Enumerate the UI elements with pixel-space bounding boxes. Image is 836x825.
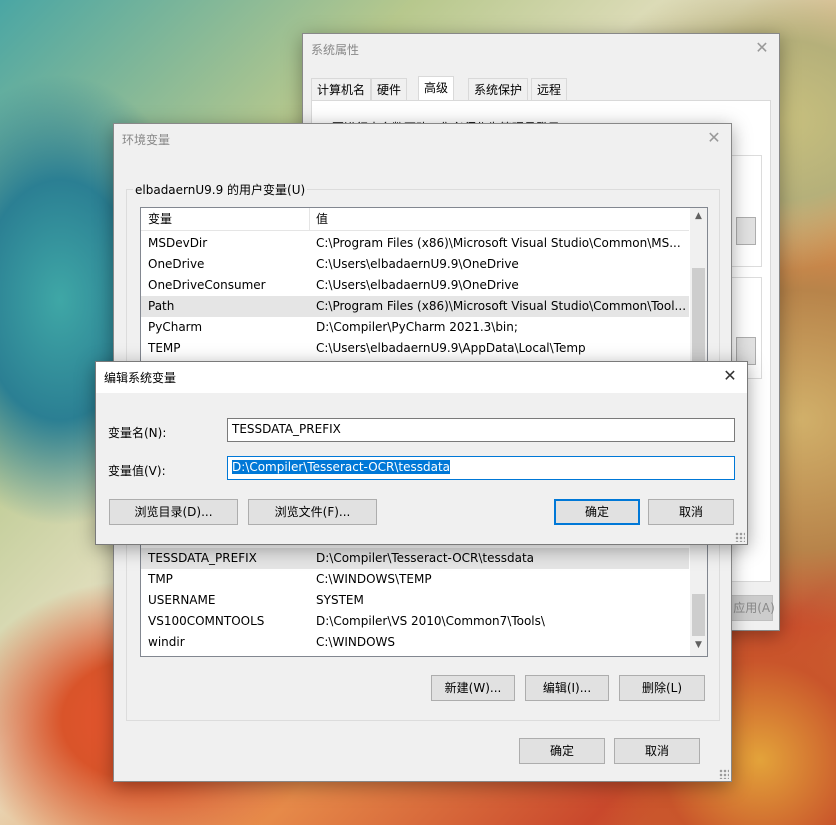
var-name: windir: [148, 635, 185, 649]
var-name: PyCharm: [148, 320, 203, 334]
var-value: SYSTEM: [316, 593, 364, 607]
edit-button[interactable]: 编辑(I)...: [525, 675, 609, 701]
env-titlebar: 环境变量 ✕: [114, 124, 731, 154]
user-variables-label: elbadaernU9.9 的用户变量(U): [133, 181, 308, 198]
system-variables-list[interactable]: TESSDATA_PREFIX D:\Compiler\Tesseract-OCR…: [140, 536, 708, 657]
env-ok-button[interactable]: 确定: [519, 738, 605, 764]
system-properties-titlebar: 系统属性 ✕: [303, 34, 779, 64]
system-list-scrollbar[interactable]: ▼: [690, 536, 707, 656]
tab-advanced[interactable]: 高级: [418, 76, 455, 102]
env-cancel-label: 取消: [644, 744, 669, 758]
new-button[interactable]: 新建(W)...: [431, 675, 515, 701]
browse-directory-button[interactable]: 浏览目录(D)...: [109, 499, 238, 525]
edit-ok-button[interactable]: 确定: [554, 499, 640, 525]
resize-grip[interactable]: [719, 769, 729, 779]
edit-ok-label: 确定: [584, 505, 609, 519]
var-name: MSDevDir: [148, 236, 208, 250]
var-name: TEMP: [148, 341, 181, 355]
edit-system-variable-dialog: 编辑系统变量 ✕ 变量名(N): TESSDATA_PREFIX 变量值(V):…: [95, 361, 748, 545]
list-item[interactable]: PyCharm D:\Compiler\PyCharm 2021.3\bin;: [141, 317, 689, 338]
var-value: D:\Compiler\PyCharm 2021.3\bin;: [316, 320, 518, 334]
list-item[interactable]: USERNAME SYSTEM: [141, 590, 689, 611]
list-item[interactable]: TESSDATA_PREFIX D:\Compiler\Tesseract-OCR…: [141, 548, 689, 569]
tab-computer-name[interactable]: 计算机名: [311, 78, 372, 101]
var-value: D:\Compiler\Tesseract-OCR\tessdata: [316, 551, 535, 565]
var-value: C:\WINDOWS: [316, 635, 396, 649]
var-value: C:\Users\elbadaernU9.9\OneDrive: [316, 278, 519, 292]
var-value: C:\Users\elbadaernU9.9\AppData\Local\Tem…: [316, 341, 586, 355]
tab-hardware[interactable]: 硬件: [371, 78, 408, 101]
list-item[interactable]: OneDrive C:\Users\elbadaernU9.9\OneDrive: [141, 254, 689, 275]
edit-titlebar: 编辑系统变量 ✕: [96, 362, 747, 393]
variable-value-input[interactable]: D:\Compiler\Tesseract-OCR\tessdata: [227, 456, 735, 480]
tab-remote[interactable]: 远程: [531, 78, 568, 101]
variable-name-label: 变量名(N):: [108, 426, 167, 440]
user-variables-list[interactable]: 变量 值 MSDevDir C:\Program Files (x86)\Micr…: [140, 207, 708, 369]
var-value: C:\Program Files (x86)\Microsoft Visual …: [316, 236, 681, 250]
variable-name-value: TESSDATA_PREFIX: [232, 422, 341, 436]
scroll-thumb[interactable]: [692, 268, 705, 368]
user-list-scrollbar[interactable]: ▲: [690, 208, 707, 368]
edit-title: 编辑系统变量: [104, 371, 177, 385]
close-icon[interactable]: ✕: [753, 39, 771, 57]
list-item[interactable]: TEMP C:\Users\elbadaernU9.9\AppData\Local…: [141, 338, 689, 359]
user-list-header: 变量 值: [141, 208, 689, 231]
scroll-thumb[interactable]: [692, 594, 705, 636]
env-cancel-button[interactable]: 取消: [614, 738, 700, 764]
browse-directory-label: 浏览目录(D)...: [134, 505, 213, 519]
var-name: OneDriveConsumer: [148, 278, 266, 292]
column-header-value[interactable]: 值: [316, 208, 328, 230]
close-icon[interactable]: ✕: [721, 367, 739, 385]
edit-cancel-label: 取消: [678, 505, 703, 519]
list-item[interactable]: OneDriveConsumer C:\Users\elbadaernU9.9\O…: [141, 275, 689, 296]
env-title: 环境变量: [122, 133, 171, 147]
list-item[interactable]: Path C:\Program Files (x86)\Microsoft Vis…: [141, 296, 689, 317]
var-value: D:\Compiler\VS 2010\Common7\Tools\: [316, 614, 545, 628]
browse-file-button[interactable]: 浏览文件(F)...: [248, 499, 377, 525]
settings-button-1[interactable]: [736, 217, 756, 245]
list-item[interactable]: MSDevDir C:\Program Files (x86)\Microsoft…: [141, 233, 689, 254]
variable-name-input[interactable]: TESSDATA_PREFIX: [227, 418, 735, 442]
var-name: TESSDATA_PREFIX: [148, 551, 257, 565]
var-value: C:\Program Files (x86)\Microsoft Visual …: [316, 299, 687, 313]
close-icon[interactable]: ✕: [705, 129, 723, 147]
system-properties-title: 系统属性: [311, 43, 360, 57]
tab-strip: 计算机名 硬件 高级 系统保护 远程: [311, 76, 771, 102]
var-name: USERNAME: [148, 593, 216, 607]
env-ok-label: 确定: [549, 744, 574, 758]
browse-file-label: 浏览文件(F)...: [274, 505, 351, 519]
var-name: Path: [148, 299, 175, 313]
list-item[interactable]: VS100COMNTOOLS D:\Compiler\VS 2010\Common…: [141, 611, 689, 632]
column-separator: [309, 208, 310, 230]
scroll-down-icon[interactable]: ▼: [690, 637, 707, 654]
tab-system-protection[interactable]: 系统保护: [468, 78, 529, 101]
new-button-label: 新建(W)...: [444, 681, 502, 695]
column-header-variable[interactable]: 变量: [148, 208, 172, 230]
var-value: C:\Users\elbadaernU9.9\OneDrive: [316, 257, 519, 271]
delete-button-label: 删除(L): [641, 681, 683, 695]
apply-button-label: 应用(A): [733, 601, 775, 615]
resize-grip[interactable]: [735, 532, 745, 542]
list-item[interactable]: TMP C:\WINDOWS\TEMP: [141, 569, 689, 590]
var-name: VS100COMNTOOLS: [148, 614, 265, 628]
list-item[interactable]: windir C:\WINDOWS: [141, 632, 689, 653]
variable-value-label: 变量值(V):: [108, 464, 166, 478]
scroll-up-icon[interactable]: ▲: [690, 208, 707, 225]
edit-button-label: 编辑(I)...: [542, 681, 592, 695]
var-name: TMP: [148, 572, 173, 586]
var-value: C:\WINDOWS\TEMP: [316, 572, 432, 586]
edit-cancel-button[interactable]: 取消: [648, 499, 734, 525]
variable-value-selected-text: D:\Compiler\Tesseract-OCR\tessdata: [232, 460, 451, 474]
delete-button[interactable]: 删除(L): [619, 675, 705, 701]
var-name: OneDrive: [148, 257, 205, 271]
